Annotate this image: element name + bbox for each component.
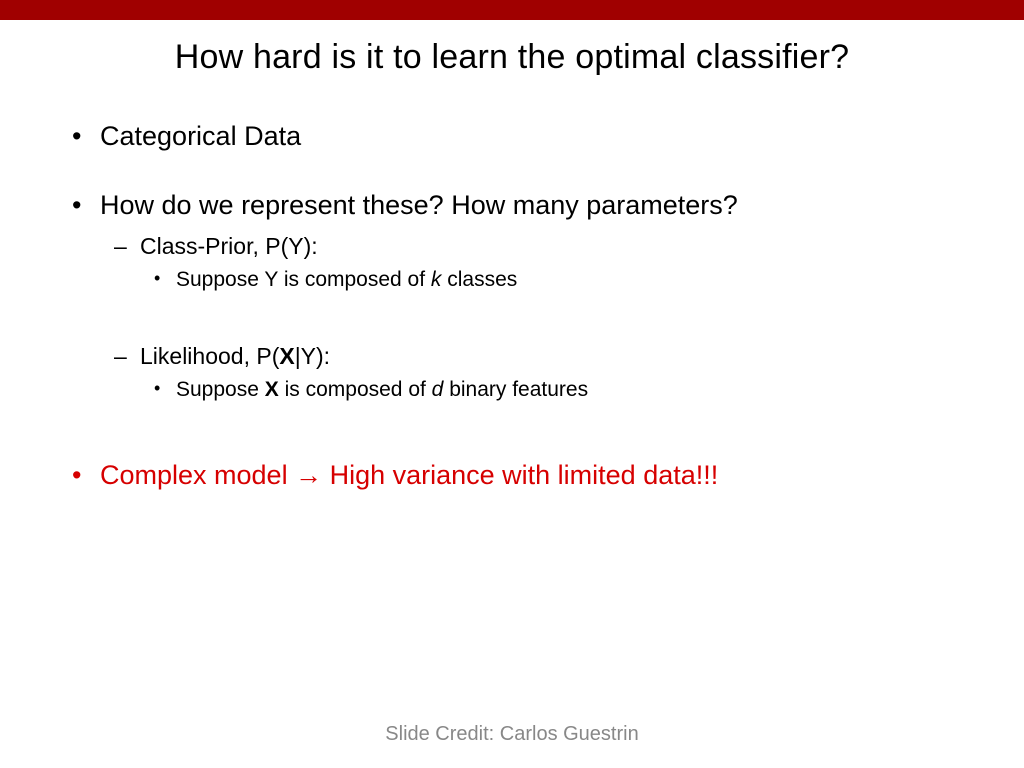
- slide-title: How hard is it to learn the optimal clas…: [60, 38, 964, 77]
- bullet-list: Categorical Data How do we represent the…: [60, 119, 964, 493]
- bullet-categorical-data: Categorical Data: [100, 119, 964, 154]
- subbullet-text: Class-Prior, P(Y):: [140, 233, 318, 259]
- subsubbullet-y-classes: Suppose Y is composed of k classes: [176, 266, 964, 294]
- subsubbullet-x-features: Suppose X is composed of d binary featur…: [176, 376, 964, 404]
- text-post: High variance with limited data!!!: [322, 460, 718, 490]
- text-pre: Complex model: [100, 460, 295, 490]
- var-d: d: [432, 378, 444, 401]
- top-accent-bar: [0, 0, 1024, 20]
- arrow-icon: →: [295, 460, 322, 490]
- bullet-complex-model: Complex model → High variance with limit…: [100, 458, 964, 493]
- slide-credit: Slide Credit: Carlos Guestrin: [0, 723, 1024, 746]
- text-post: classes: [441, 268, 517, 291]
- subbullet-class-prior: Class-Prior, P(Y): Suppose Y is composed…: [140, 231, 964, 294]
- var-x: X: [265, 378, 279, 401]
- slide-body: How hard is it to learn the optimal clas…: [0, 20, 1024, 493]
- text-pre: Suppose Y is composed of: [176, 268, 431, 291]
- text-pre: Suppose: [176, 378, 265, 401]
- text-pre: Likelihood, P(: [140, 343, 279, 369]
- bullet-represent-parameters: How do we represent these? How many para…: [100, 188, 964, 404]
- subbullet-likelihood: Likelihood, P(X|Y): Suppose X is compose…: [140, 341, 964, 404]
- text-post: |Y):: [295, 343, 330, 369]
- text-mid: is composed of: [279, 378, 432, 401]
- var-x: X: [279, 343, 294, 369]
- var-k: k: [431, 268, 442, 291]
- bullet-text: How do we represent these? How many para…: [100, 190, 738, 220]
- text-post: binary features: [443, 378, 588, 401]
